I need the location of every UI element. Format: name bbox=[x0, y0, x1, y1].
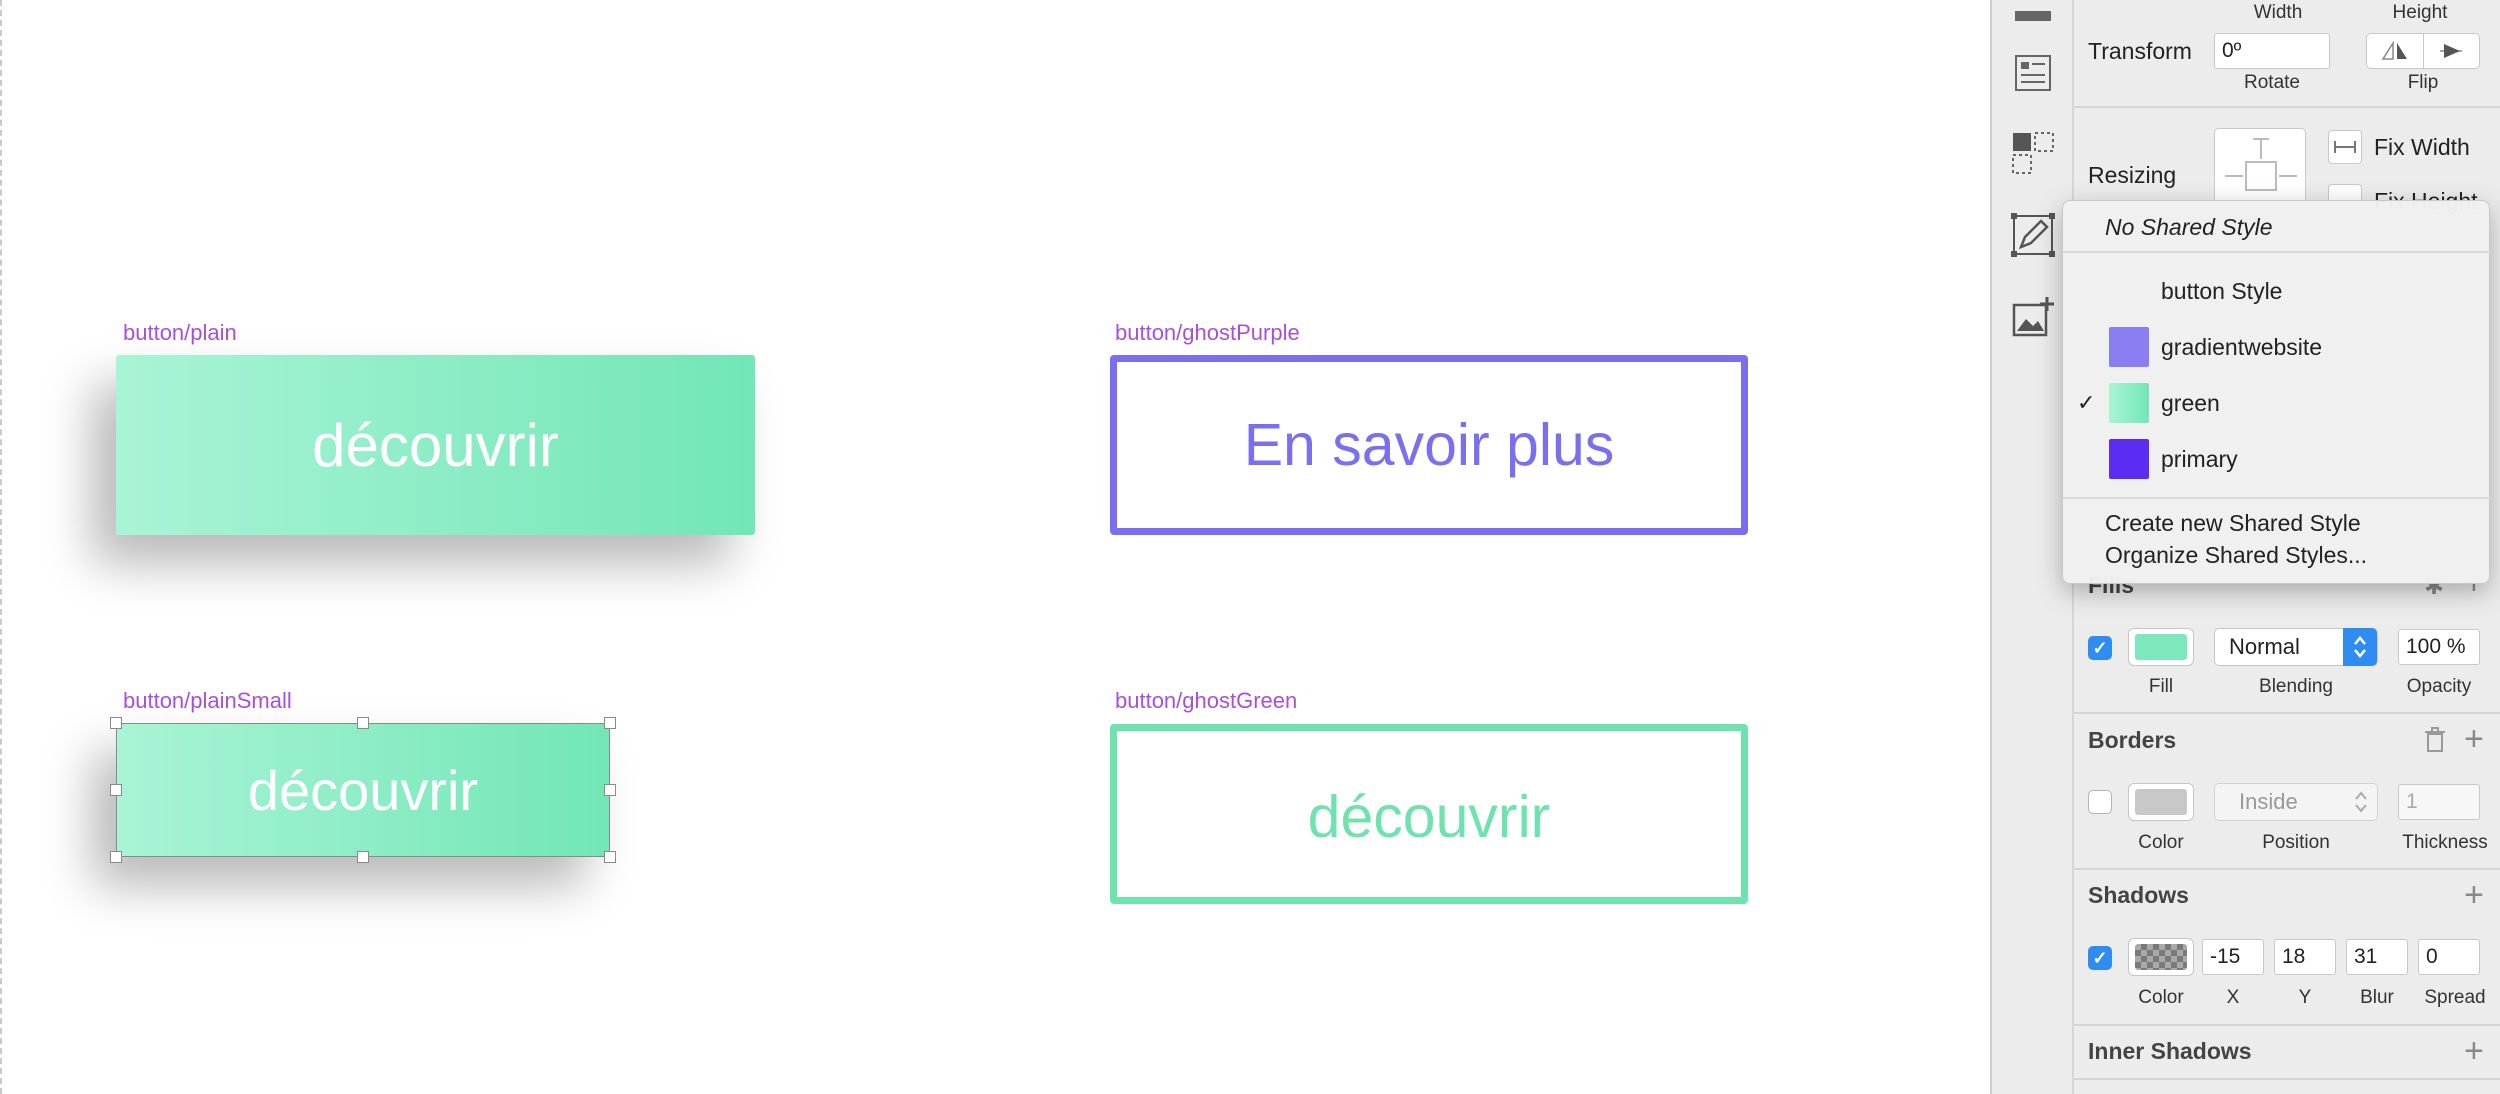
resize-handle-left[interactable] bbox=[110, 784, 122, 796]
artboard-label-ghost-green[interactable]: button/ghostGreen bbox=[1115, 688, 1297, 714]
separator bbox=[2074, 868, 2500, 870]
border-position-select[interactable]: Inside bbox=[2214, 783, 2378, 821]
shared-style-menu: No Shared Style button Style gradientweb… bbox=[2062, 200, 2491, 584]
button-ghost-green[interactable]: découvrir bbox=[1110, 724, 1748, 904]
border-color-button[interactable] bbox=[2128, 783, 2194, 821]
menu-item-label: gradientwebsite bbox=[2161, 333, 2323, 360]
button-ghost-purple[interactable]: En savoir plus bbox=[1110, 355, 1748, 535]
align-tab-icon[interactable] bbox=[2008, 0, 2058, 42]
button-ghost-purple-text: En savoir plus bbox=[1243, 412, 1615, 478]
fill-color-swatch bbox=[2135, 634, 2187, 660]
blending-value: Normal bbox=[2229, 634, 2300, 659]
symbol-tab-icon[interactable] bbox=[2008, 128, 2058, 178]
shadows-add-icon[interactable]: + bbox=[2464, 878, 2484, 912]
height-label: Height bbox=[2392, 2, 2448, 23]
rotate-label: Rotate bbox=[2244, 72, 2300, 93]
design-canvas[interactable]: button/plain découvrir button/ghostPurpl… bbox=[0, 0, 1990, 1094]
shadow-color-button[interactable] bbox=[2128, 938, 2194, 976]
chevron-updown-icon bbox=[2355, 791, 2367, 813]
menu-item-no-shared-style[interactable]: No Shared Style bbox=[2063, 201, 2491, 253]
blending-stepper-icon bbox=[2343, 628, 2377, 666]
button-ghost-green-text: découvrir bbox=[1307, 784, 1551, 850]
canvas-edge-guide bbox=[0, 0, 2, 1094]
sketch-window: button/plain découvrir button/ghostPurpl… bbox=[0, 0, 2500, 1094]
menu-separator bbox=[2063, 251, 2491, 253]
resizing-label: Resizing bbox=[2088, 162, 2177, 188]
resize-handle-right[interactable] bbox=[604, 784, 616, 796]
opacity-label: Opacity bbox=[2406, 676, 2472, 697]
artboard-label-plain[interactable]: button/plain bbox=[123, 320, 237, 346]
checkmark-icon: ✓ bbox=[2077, 390, 2096, 415]
shadow-y-label: Y bbox=[2298, 987, 2312, 1008]
resize-handle-top-left[interactable] bbox=[110, 717, 122, 729]
width-label: Width bbox=[2253, 2, 2303, 23]
flip-control bbox=[2366, 33, 2480, 69]
shadow-color-label: Color bbox=[2138, 987, 2184, 1008]
fix-width-label[interactable]: Fix Width bbox=[2374, 134, 2470, 161]
button-plain[interactable]: découvrir bbox=[116, 355, 755, 535]
resize-handle-bottom-left[interactable] bbox=[110, 851, 122, 863]
resize-handle-top[interactable] bbox=[357, 717, 369, 729]
menu-item-swatch bbox=[2109, 439, 2149, 479]
artboard-label-ghost-purple[interactable]: button/ghostPurple bbox=[1115, 320, 1300, 346]
border-thickness-field[interactable]: 1 bbox=[2398, 784, 2480, 820]
menu-item-label: primary bbox=[2161, 445, 2238, 472]
separator bbox=[2074, 1024, 2500, 1026]
menu-item-button-style[interactable]: button Style bbox=[2063, 265, 2491, 317]
separator bbox=[2074, 106, 2500, 108]
shadows-title: Shadows bbox=[2088, 882, 2189, 908]
menu-item-primary[interactable]: primary bbox=[2063, 433, 2491, 485]
shadow-spread-label: Spread bbox=[2424, 987, 2486, 1008]
menu-item-gradientwebsite[interactable]: gradientwebsite bbox=[2063, 321, 2491, 373]
border-color-swatch bbox=[2135, 789, 2187, 815]
resize-handle-bottom[interactable] bbox=[357, 851, 369, 863]
menu-item-label: green bbox=[2161, 389, 2220, 416]
fill-opacity-field[interactable]: 100 % bbox=[2398, 629, 2480, 665]
menu-separator bbox=[2063, 497, 2491, 499]
rotate-field[interactable]: 0º bbox=[2214, 33, 2330, 69]
fix-width-icon[interactable] bbox=[2328, 130, 2362, 164]
menu-item-green[interactable]: ✓ green bbox=[2063, 377, 2491, 429]
shadow-blur-field[interactable]: 31 bbox=[2346, 939, 2408, 975]
fill-enabled-checkbox[interactable]: ✓ bbox=[2088, 636, 2112, 660]
borders-delete-icon[interactable] bbox=[2424, 727, 2446, 758]
borders-add-icon[interactable]: + bbox=[2464, 722, 2484, 756]
border-thickness-label: Thickness bbox=[2402, 832, 2488, 853]
selection-outline bbox=[116, 723, 610, 857]
separator bbox=[2074, 1078, 2500, 1080]
resize-handle-bottom-right[interactable] bbox=[604, 851, 616, 863]
shadow-y-field[interactable]: 18 bbox=[2274, 939, 2336, 975]
shadow-blur-label: Blur bbox=[2360, 987, 2394, 1008]
menu-item-swatch bbox=[2109, 383, 2149, 423]
border-color-label: Color bbox=[2138, 832, 2184, 853]
blending-label: Blending bbox=[2259, 676, 2333, 697]
add-image-tab-icon[interactable] bbox=[2008, 292, 2058, 342]
border-position-value: Inside bbox=[2239, 789, 2298, 814]
shadow-spread-field[interactable]: 0 bbox=[2418, 939, 2480, 975]
resize-handle-top-right[interactable] bbox=[604, 717, 616, 729]
borders-title: Borders bbox=[2088, 727, 2177, 753]
fill-label: Fill bbox=[2148, 676, 2174, 697]
text-list-tab-icon[interactable] bbox=[2008, 48, 2058, 98]
flip-horizontal-icon[interactable] bbox=[2367, 34, 2424, 68]
style-edit-tab-icon[interactable] bbox=[2008, 210, 2058, 260]
blending-select[interactable]: Normal bbox=[2214, 628, 2378, 666]
separator bbox=[2074, 712, 2500, 714]
shadow-color-swatch bbox=[2135, 944, 2187, 970]
fill-color-button[interactable] bbox=[2128, 628, 2194, 666]
menu-item-swatch bbox=[2109, 327, 2149, 367]
inner-shadows-title: Inner Shadows bbox=[2088, 1038, 2252, 1064]
button-plain-text: découvrir bbox=[312, 411, 559, 479]
artboard-label-plain-small[interactable]: button/plainSmall bbox=[123, 688, 292, 714]
flip-label: Flip bbox=[2407, 72, 2439, 93]
transform-label: Transform bbox=[2088, 38, 2192, 64]
border-position-label: Position bbox=[2262, 832, 2330, 853]
inner-shadows-add-icon[interactable]: + bbox=[2464, 1034, 2484, 1068]
flip-vertical-icon[interactable] bbox=[2424, 34, 2480, 68]
shadow-x-label: X bbox=[2226, 987, 2240, 1008]
shadow-enabled-checkbox[interactable]: ✓ bbox=[2088, 946, 2112, 970]
menu-item-organize-shared-styles[interactable]: Organize Shared Styles... bbox=[2063, 535, 2491, 575]
shadow-x-field[interactable]: -15 bbox=[2202, 939, 2264, 975]
border-enabled-checkbox[interactable] bbox=[2088, 790, 2112, 814]
